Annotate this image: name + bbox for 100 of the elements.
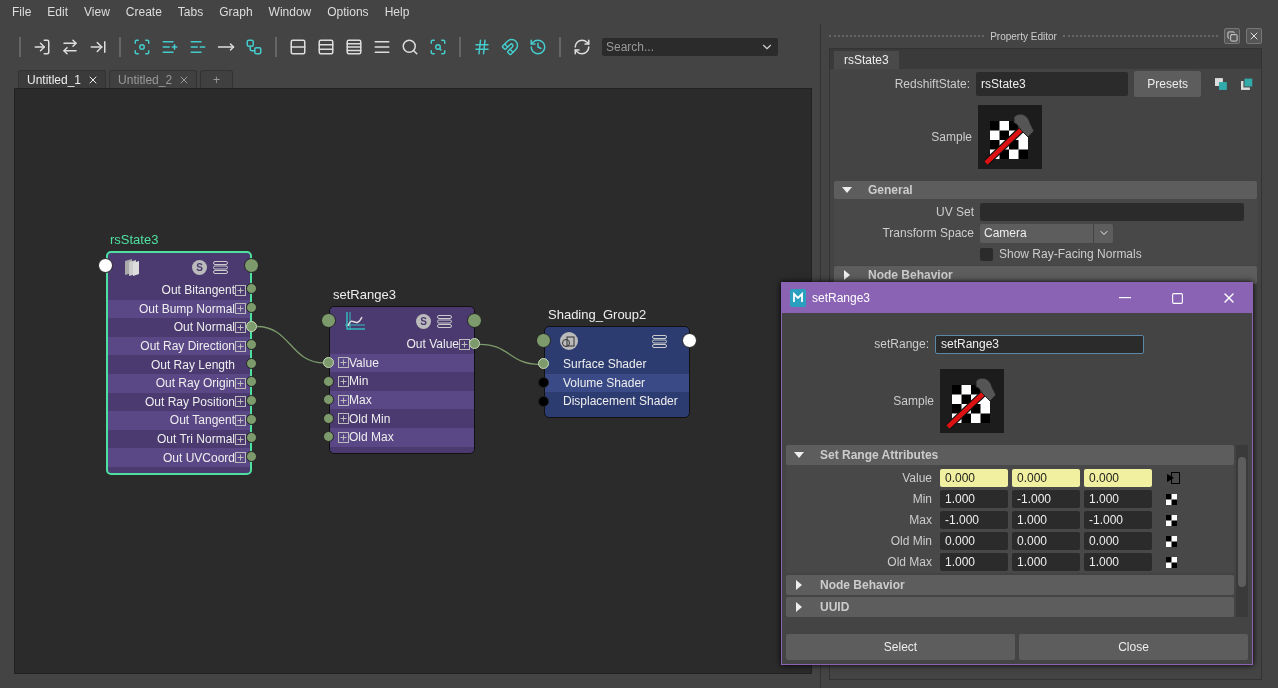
node-title: rsState3 <box>109 232 160 249</box>
checker-icon[interactable] <box>1166 514 1177 526</box>
plus-box-icon[interactable] <box>235 377 246 389</box>
collapsed-triangle-icon[interactable] <box>794 602 804 612</box>
value-field[interactable]: 1.000 <box>1084 553 1152 571</box>
port-dot[interactable] <box>246 301 257 313</box>
port-dot[interactable] <box>323 412 334 424</box>
port-dot[interactable] <box>323 394 334 406</box>
plus-box-icon[interactable] <box>235 433 246 445</box>
plus-box-icon[interactable] <box>338 376 349 387</box>
value-field[interactable]: -1.000 <box>940 511 1008 529</box>
plus-box-icon[interactable] <box>338 431 349 443</box>
section-title: UUID <box>820 600 850 614</box>
value-field[interactable]: 0.000 <box>940 532 1008 550</box>
dropdown[interactable]: Camera <box>980 223 1113 243</box>
swatch-badge[interactable]: S <box>192 259 207 275</box>
field-label: setRange: <box>873 337 929 351</box>
port-dot[interactable] <box>538 395 549 407</box>
plus-box-icon[interactable] <box>235 452 246 464</box>
port-dot[interactable] <box>246 450 257 462</box>
port-dot[interactable] <box>246 283 257 295</box>
value-field[interactable]: 1.000 <box>1084 490 1152 508</box>
value-field[interactable]: 1.000 <box>1012 511 1080 529</box>
node-card[interactable]: S Out Bitangent Out Bump Normal Out Normal Out Ray Direction Out Ray Length Out Ray Origin Out Ray Position Out Tangent Out Tri Normal Out UVCoord <box>106 251 252 475</box>
plus-box-icon[interactable] <box>235 414 246 426</box>
search-field[interactable]: Search... <box>602 38 778 56</box>
plus-box-icon[interactable] <box>235 396 246 408</box>
expanded-triangle-icon[interactable] <box>794 450 804 460</box>
menu-icon[interactable] <box>437 314 452 328</box>
value-field[interactable]: 0.000 <box>1084 469 1152 487</box>
node-title: Shading_Group2 <box>547 307 648 324</box>
port-dot[interactable] <box>538 376 549 388</box>
menu-item[interactable]: File <box>4 5 40 19</box>
menu-item[interactable]: Help <box>376 5 418 19</box>
menu-item[interactable]: Tabs <box>169 5 212 19</box>
menu-icon[interactable] <box>652 334 667 348</box>
checker-icon[interactable] <box>1166 535 1177 547</box>
graph-tab[interactable]: Untitled_2 <box>109 70 198 88</box>
port-dot[interactable] <box>323 431 334 443</box>
value-field[interactable]: 0.000 <box>940 469 1008 487</box>
menu-item[interactable]: View <box>76 5 118 19</box>
value-field[interactable]: -1.000 <box>1012 490 1080 508</box>
connection-wire[interactable] <box>479 343 540 365</box>
copy-square-icon[interactable] <box>1241 78 1253 90</box>
dialog-button[interactable]: Close <box>1019 634 1248 660</box>
menu-icon[interactable] <box>213 260 228 274</box>
presets-button[interactable]: Presets <box>1134 71 1202 97</box>
graph-tab[interactable]: Untitled_1 <box>18 70 107 88</box>
value-field[interactable]: 1.000 <box>1012 553 1080 571</box>
port-dot[interactable] <box>246 432 257 444</box>
scrollbar[interactable] <box>1236 445 1248 617</box>
value-field[interactable]: 0.000 <box>1084 532 1152 550</box>
menu-item[interactable]: Options <box>319 5 377 19</box>
plus-box-icon[interactable] <box>459 338 470 350</box>
name-field[interactable]: setRange3 <box>935 334 1144 354</box>
node-card[interactable]: Surface Shader Volume Shader Displacement Shader <box>544 326 690 418</box>
plus-box-icon[interactable] <box>338 394 349 406</box>
close-button[interactable] <box>1246 28 1262 44</box>
plus-box-icon[interactable] <box>235 322 246 333</box>
swatch-badge[interactable]: S <box>416 313 431 329</box>
section-header[interactable]: General <box>834 181 1257 199</box>
port-dot[interactable] <box>246 394 257 406</box>
menu-item[interactable]: Graph <box>211 5 261 19</box>
dialog-button[interactable]: Select <box>786 634 1015 660</box>
plus-box-icon[interactable] <box>338 357 349 369</box>
float-button[interactable] <box>1224 28 1240 44</box>
node-card[interactable]: S Out Value Value Min Max Old Min Old Max <box>329 306 475 454</box>
input-arrow-icon[interactable] <box>1166 472 1180 484</box>
section-header[interactable]: Node Behavior <box>786 575 1234 595</box>
swatch-square-icon[interactable] <box>1215 78 1228 90</box>
name-field[interactable]: rsState3 <box>976 72 1129 96</box>
section-header[interactable]: Set Range Attributes <box>786 445 1234 465</box>
menu-item[interactable]: Edit <box>39 5 77 19</box>
port-dot[interactable] <box>246 339 257 351</box>
uv-set-field[interactable] <box>980 203 1244 221</box>
value-field[interactable]: 0.000 <box>1012 532 1080 550</box>
plus-box-icon[interactable] <box>235 284 246 296</box>
plus-box-icon[interactable] <box>235 303 246 315</box>
checkbox[interactable] <box>980 247 993 261</box>
menu-item[interactable]: Window <box>260 5 320 19</box>
connection-wire[interactable] <box>256 325 325 364</box>
new-tab-button[interactable]: + <box>200 70 234 88</box>
editor-tab[interactable]: rsState3 <box>834 51 899 69</box>
checker-icon[interactable] <box>1166 556 1177 568</box>
section-header[interactable]: UUID <box>786 597 1234 617</box>
collapsed-triangle-icon[interactable] <box>842 270 852 280</box>
value-field[interactable]: 1.000 <box>940 490 1008 508</box>
plus-box-icon[interactable] <box>235 340 246 352</box>
menu-item[interactable]: Create <box>117 5 170 19</box>
port-dot[interactable] <box>246 413 257 425</box>
checker-icon[interactable] <box>1166 493 1177 505</box>
expanded-triangle-icon[interactable] <box>842 185 852 195</box>
plus-box-icon[interactable] <box>338 413 349 425</box>
collapsed-triangle-icon[interactable] <box>794 580 804 590</box>
value-field[interactable]: 1.000 <box>940 553 1008 571</box>
port-dot[interactable] <box>246 376 257 388</box>
value-field[interactable]: -1.000 <box>1084 511 1152 529</box>
port-dot[interactable] <box>246 357 257 369</box>
value-field[interactable]: 0.000 <box>1012 469 1080 487</box>
port-dot[interactable] <box>323 375 334 387</box>
